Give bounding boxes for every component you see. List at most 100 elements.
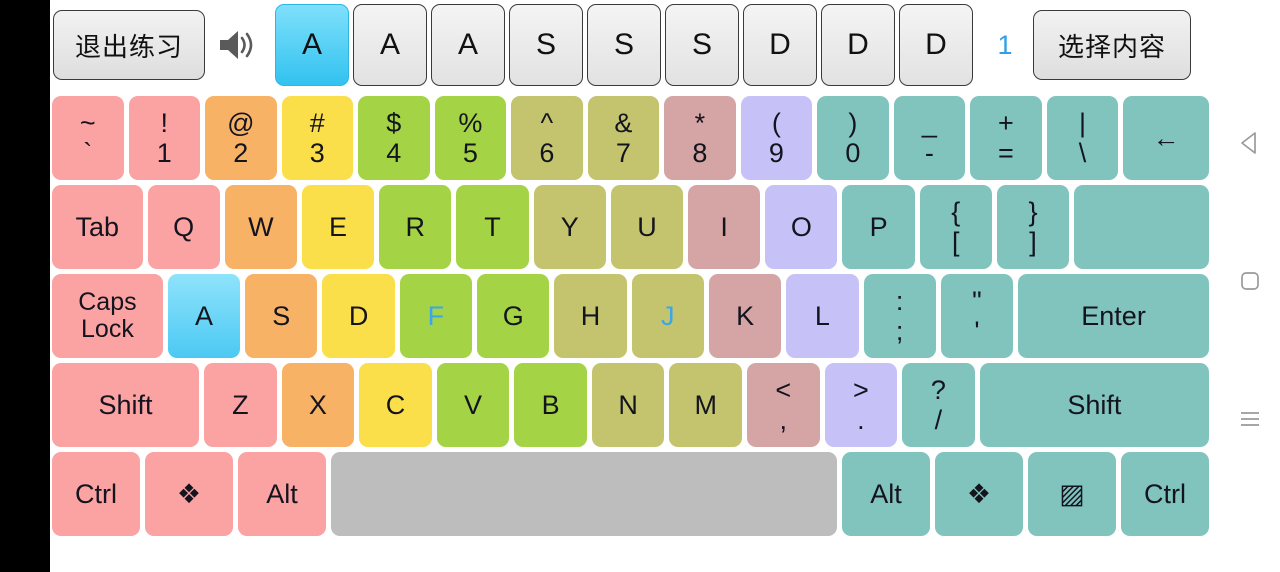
key-key-y[interactable]: Y (533, 185, 606, 269)
key-key-j[interactable]: J (631, 274, 704, 358)
back-triangle-icon[interactable] (1220, 130, 1280, 156)
key-label: Tab (75, 211, 120, 242)
key-minus[interactable]: _ - (893, 96, 966, 180)
key-dual-labels: ? / (931, 375, 946, 435)
key-key-l[interactable]: L (786, 274, 859, 358)
practice-key-5[interactable]: S (665, 4, 739, 86)
key-shift-label: : (895, 285, 904, 316)
key-shift-right[interactable]: Shift (979, 363, 1209, 447)
practice-key-0[interactable]: A (275, 4, 349, 86)
key-digit-1[interactable]: ! 1 (128, 96, 201, 180)
key-digit-8[interactable]: * 8 (664, 96, 736, 180)
key-alt-right[interactable]: Alt (842, 452, 930, 536)
key-key-h[interactable]: H (554, 274, 627, 358)
key-key-r[interactable]: R (379, 185, 452, 269)
key-dual-labels: $4 (386, 108, 401, 168)
key-alt-left[interactable]: Alt (238, 452, 326, 536)
key-equal[interactable]: + = (970, 96, 1042, 180)
recents-menu-icon[interactable] (1220, 408, 1280, 430)
practice-key-6[interactable]: D (743, 4, 817, 86)
key-key-q[interactable]: Q (147, 185, 220, 269)
key-key-v[interactable]: V (436, 363, 510, 447)
key-bracket-right[interactable]: }] (996, 185, 1070, 269)
practice-key-4[interactable]: S (587, 4, 661, 86)
key-label: I (720, 211, 728, 242)
key-bracket-left[interactable]: {[ (919, 185, 992, 269)
practice-key-label: A (379, 28, 400, 61)
select-content-button[interactable]: 选择内容 (1033, 10, 1191, 80)
key-ctrl-right[interactable]: Ctrl (1121, 452, 1209, 536)
key-digit-2[interactable]: @2 (205, 96, 277, 180)
key-shift-left[interactable]: Shift (52, 363, 200, 447)
exit-practice-button[interactable]: 退出练习 (53, 10, 205, 80)
key-label: Ctrl (1144, 478, 1186, 509)
key-key-i[interactable]: I (688, 185, 761, 269)
key-key-b[interactable]: B (514, 363, 587, 447)
key-backquote[interactable]: ~ ` (52, 96, 124, 180)
key-period[interactable]: >. (824, 363, 898, 447)
key-dual-labels: {[ (951, 197, 960, 257)
key-shift-label: " (972, 285, 982, 316)
key-key-n[interactable]: N (591, 363, 665, 447)
key-key-c[interactable]: C (359, 363, 432, 447)
key-label: A (195, 300, 214, 331)
key-key-t[interactable]: T (456, 185, 529, 269)
key-digit-4[interactable]: $4 (358, 96, 430, 180)
key-quote[interactable]: " ' (940, 274, 1014, 358)
key-digit-0[interactable]: ) 0 (817, 96, 889, 180)
key-digit-7[interactable]: & 7 (587, 96, 660, 180)
key-digit-5[interactable]: % 5 (434, 96, 507, 180)
practice-key-7[interactable]: D (821, 4, 895, 86)
key-key-x[interactable]: X (281, 363, 355, 447)
key-win-right[interactable]: ❖ (935, 452, 1023, 536)
key-base-label: 3 (309, 138, 325, 168)
key-digit-3[interactable]: #3 (281, 96, 354, 180)
key-dual-labels: #3 (310, 108, 325, 168)
key-key-g[interactable]: G (477, 274, 550, 358)
key-key-o[interactable]: O (765, 185, 838, 269)
key-digit-6[interactable]: ^ 6 (511, 96, 583, 180)
key-caps-lock[interactable]: Caps Lock (52, 274, 163, 358)
key-label: T (484, 211, 501, 242)
key-label: Z (232, 389, 249, 420)
key-semicolon[interactable]: :; (863, 274, 936, 358)
practice-key-3[interactable]: S (509, 4, 583, 86)
key-win-left[interactable]: ❖ (145, 452, 233, 536)
key-backslash[interactable]: | \ (1046, 96, 1119, 180)
key-key-k[interactable]: K (708, 274, 782, 358)
key-key-a[interactable]: A (167, 274, 241, 358)
key-key-m[interactable]: M (669, 363, 742, 447)
key-enter[interactable]: Enter (1018, 274, 1209, 358)
key-shift-label: % (458, 107, 483, 138)
key-key-s[interactable]: S (245, 274, 318, 358)
practice-key-label: D (847, 28, 869, 61)
practice-key-1[interactable]: A (353, 4, 427, 86)
key-label: ❖ (176, 478, 202, 509)
key-tab[interactable]: Tab (52, 185, 143, 269)
speaker-volume-icon[interactable] (209, 10, 265, 80)
key-label: F (427, 300, 445, 331)
key-label: U (637, 211, 657, 242)
practice-key-8[interactable]: D (899, 4, 973, 86)
key-key-p[interactable]: P (842, 185, 915, 269)
practice-key-sequence: AAASSSDDD (275, 4, 977, 86)
key-ctrl-left[interactable]: Ctrl (52, 452, 140, 536)
practice-key-2[interactable]: A (431, 4, 505, 86)
key-key-u[interactable]: U (610, 185, 684, 269)
key-key-d[interactable]: D (322, 274, 395, 358)
key-digit-9[interactable]: (9 (740, 96, 813, 180)
key-slash[interactable]: ? / (902, 363, 975, 447)
key-label: J (661, 300, 675, 331)
key-key-f[interactable]: F (399, 274, 473, 358)
home-row: Caps Lock A S D F G H J K L:; " ' Enter (52, 274, 1214, 358)
key-comma[interactable]: <, (747, 363, 820, 447)
key-shift-label: ~ (79, 107, 96, 138)
home-square-icon[interactable] (1220, 268, 1280, 294)
key-menu-key[interactable]: ▨ (1028, 452, 1116, 536)
key-backspace[interactable]: ← (1123, 96, 1210, 180)
key-row-filler[interactable] (1074, 185, 1209, 269)
key-key-w[interactable]: W (224, 185, 297, 269)
key-key-z[interactable]: Z (204, 363, 277, 447)
key-space[interactable] (331, 452, 837, 536)
key-key-e[interactable]: E (301, 185, 375, 269)
